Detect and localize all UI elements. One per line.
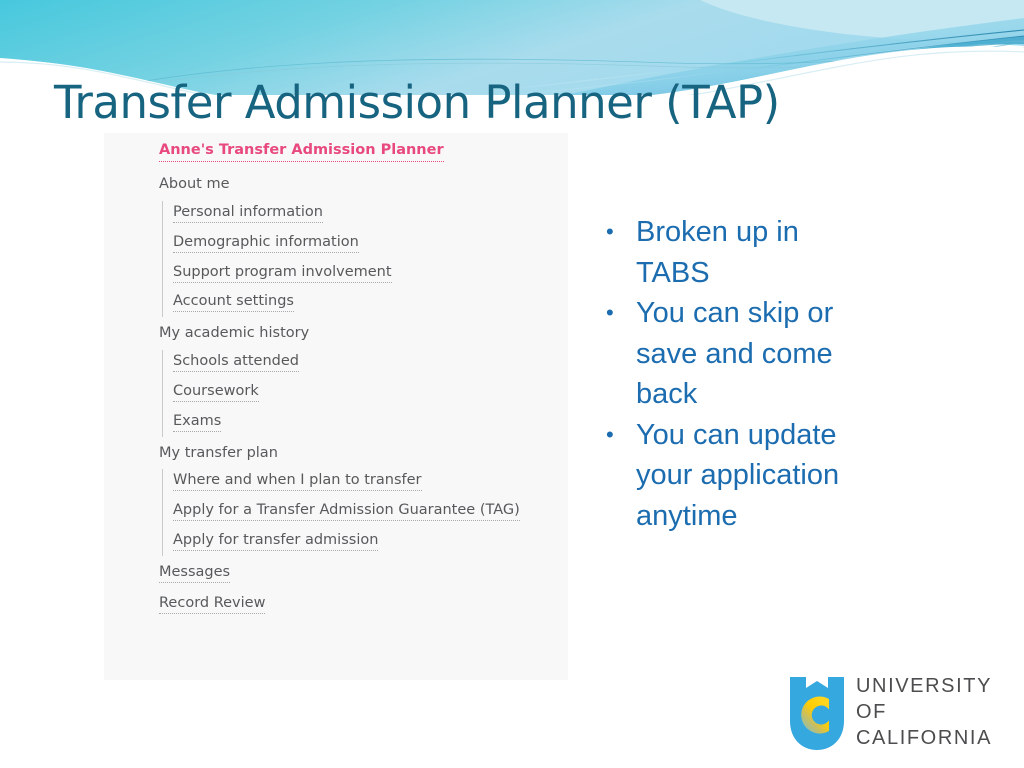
uc-shield-icon <box>790 677 844 750</box>
nav-item-coursework[interactable]: Coursework <box>163 382 568 402</box>
nav-item-support-program-involvement[interactable]: Support program involvement <box>163 263 568 283</box>
bullet-item: You can skip or save and come back <box>600 293 860 415</box>
nav-item-messages[interactable]: Messages <box>104 563 568 583</box>
nav-item-label: Account settings <box>173 293 294 313</box>
tap-heading: Anne's Transfer Admission Planner <box>159 142 444 162</box>
tap-screenshot-panel: Anne's Transfer Admission Planner About … <box>104 133 568 680</box>
university-of-california-logo: UNIVERSITY OF CALIFORNIA <box>788 673 1008 755</box>
nav-item-label: Exams <box>173 412 222 432</box>
uc-wordmark-line: OF <box>856 701 887 723</box>
nav-item-label: Coursework <box>173 382 259 402</box>
bullet-item: Broken up in TABS <box>600 212 860 293</box>
nav-item-label: Support program involvement <box>173 263 392 283</box>
nav-section-about-me: About me <box>159 176 230 192</box>
nav-item-label: Record Review <box>159 594 266 614</box>
nav-item-label: Demographic information <box>173 233 359 253</box>
uc-wordmark-line: UNIVERSITY <box>856 675 993 697</box>
uc-wordmark: UNIVERSITY OF CALIFORNIA <box>856 673 992 751</box>
nav-section-my-academic-history: My academic history <box>159 325 310 342</box>
nav-item-schools-attended[interactable]: Schools attended <box>163 352 568 373</box>
nav-item-personal-information[interactable]: Personal information <box>163 203 568 223</box>
nav-item-apply-for-transfer-admission[interactable]: Apply for transfer admission <box>163 531 568 552</box>
bullet-list: Broken up in TABS You can skip or save a… <box>600 212 860 536</box>
nav-item-record-review[interactable]: Record Review <box>104 594 568 614</box>
nav-subgroup-my-academic-history: Schools attended Coursework Exams <box>162 350 568 437</box>
bullet-item: You can update your application anytime <box>600 415 860 537</box>
nav-item-label: Apply for a Transfer Admission Guarantee… <box>173 502 520 522</box>
nav-item-exams[interactable]: Exams <box>163 412 568 432</box>
nav-item-label: Apply for transfer admission <box>173 532 379 552</box>
nav-subgroup-about-me: Personal information Demographic informa… <box>162 200 568 318</box>
nav-item-apply-for-tag[interactable]: Apply for a Transfer Admission Guarantee… <box>163 501 568 522</box>
nav-item-label: Personal information <box>173 203 323 223</box>
nav-item-label: Schools attended <box>173 353 299 373</box>
uc-wordmark-line: CALIFORNIA <box>856 727 993 749</box>
nav-item-label: Where and when I plan to transfer <box>173 472 422 492</box>
nav-item-account-settings[interactable]: Account settings <box>163 292 568 313</box>
wave-shape-pale <box>700 0 1024 43</box>
nav-item-demographic-information[interactable]: Demographic information <box>163 233 568 253</box>
tap-nav: About me Personal information Demographi… <box>104 175 568 625</box>
page-title: Transfer Admission Planner (TAP) <box>54 76 780 129</box>
nav-subgroup-my-transfer-plan: Where and when I plan to transfer Apply … <box>162 469 568 556</box>
nav-item-where-and-when-i-plan-to-transfer[interactable]: Where and when I plan to transfer <box>163 471 568 492</box>
nav-section-my-transfer-plan: My transfer plan <box>159 444 278 461</box>
nav-item-label: Messages <box>159 563 231 583</box>
